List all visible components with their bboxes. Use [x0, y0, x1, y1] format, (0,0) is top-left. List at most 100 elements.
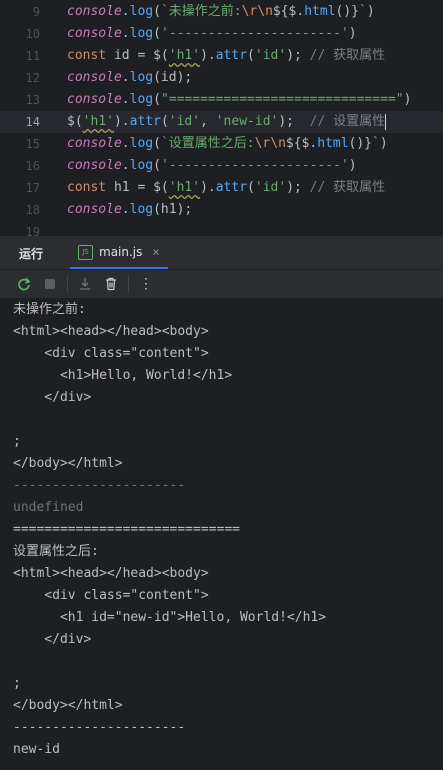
code-token: `	[359, 4, 367, 19]
console-line: </body></html>	[13, 698, 123, 713]
console-line: </div>	[13, 390, 92, 405]
code-token: );	[286, 48, 310, 63]
code-token: console	[67, 26, 122, 41]
line-number: 15	[25, 137, 40, 151]
code-line[interactable]: 17 const h1 = $('h1').attr('id'); // 获取属性	[0, 177, 443, 199]
code-line[interactable]: 11 const id = $('h1').attr('id'); // 获取属性	[0, 45, 443, 67]
code-token: .	[121, 136, 130, 151]
code-text: console.log('----------------------')	[67, 155, 357, 177]
run-toolbar: ⋮	[0, 270, 443, 298]
code-token: 'new-id'	[215, 114, 279, 129]
clear-icon[interactable]	[98, 271, 124, 297]
console-line: =============================	[13, 522, 240, 537]
code-text: const h1 = $('h1').attr('id'); // 获取属性	[67, 177, 385, 199]
code-token: .	[121, 202, 130, 217]
code-token: (	[153, 26, 161, 41]
code-text: $('h1').attr('id', 'new-id'); // 设置属性	[67, 111, 387, 133]
code-token: (	[153, 92, 161, 107]
console-line: <div class="content">	[13, 588, 209, 603]
code-token: 'id'	[254, 180, 287, 195]
code-token: `设置属性之后:	[160, 136, 255, 151]
code-token: id = $(	[113, 48, 169, 63]
code-token: '----------------------'	[160, 26, 349, 41]
code-token: console	[67, 4, 122, 19]
text-caret	[385, 113, 387, 130]
code-token: // 设置属性	[309, 114, 386, 129]
code-token: ${$.	[272, 4, 305, 19]
code-line[interactable]: 12 console.log(id);	[0, 67, 443, 89]
code-token: // 获取属性	[309, 180, 386, 195]
code-token: );	[286, 180, 310, 195]
code-token: .	[121, 92, 130, 107]
code-token: html	[304, 4, 336, 19]
close-icon[interactable]: ×	[152, 245, 159, 259]
code-token: log	[129, 70, 154, 85]
code-token: log	[129, 202, 154, 217]
code-token: ).	[113, 114, 130, 129]
line-number: 18	[25, 203, 40, 217]
line-number: 14	[25, 115, 40, 129]
console-line: undefined	[13, 500, 84, 515]
console-line: <html><head></head><body>	[13, 324, 209, 339]
code-token: console	[67, 136, 122, 151]
tab-main-js[interactable]: JS main.js ×	[70, 237, 168, 269]
code-line[interactable]: 14 $('h1').attr('id', 'new-id'); // 设置属性	[0, 111, 443, 133]
code-token: console	[67, 70, 122, 85]
code-token: html	[317, 136, 349, 151]
code-token: // 获取属性	[309, 48, 386, 63]
more-icon[interactable]: ⋮	[133, 271, 159, 297]
code-token: ()}	[335, 4, 360, 19]
code-token: (	[247, 180, 255, 195]
code-token: const	[67, 48, 114, 63]
code-token: '----------------------'	[160, 158, 349, 173]
stop-icon[interactable]	[37, 271, 63, 297]
console-line: <h1 id="new-id">Hello, World!</h1>	[13, 610, 327, 625]
code-token: console	[67, 202, 122, 217]
code-token: console	[67, 92, 122, 107]
toolbar-separator	[128, 276, 129, 292]
code-token: \r\n	[241, 4, 273, 19]
code-line[interactable]: 13 console.log("=========================…	[0, 89, 443, 111]
code-token: ${$.	[285, 136, 318, 151]
code-line[interactable]: 15 console.log(`设置属性之后:\r\n${$.html()}`)	[0, 133, 443, 155]
scroll-to-end-icon[interactable]	[72, 271, 98, 297]
toolbar-separator	[67, 276, 68, 292]
code-token: 'id'	[254, 48, 287, 63]
code-editor[interactable]: 9 console.log(`未操作之前:\r\n${$.html()}`) 10 c…	[0, 0, 443, 239]
code-token: (	[153, 158, 161, 173]
code-token: log	[129, 92, 154, 107]
code-token: .	[121, 70, 130, 85]
code-token: (	[160, 114, 169, 129]
line-number: 9	[32, 5, 40, 19]
code-text: console.log(`未操作之前:\r\n${$.html()}`)	[67, 1, 375, 23]
console-output[interactable]: 未操作之前: <html><head></head><body> <div cla…	[0, 299, 443, 770]
code-line[interactable]: 9 console.log(`未操作之前:\r\n${$.html()}`)	[0, 1, 443, 23]
javascript-file-icon: JS	[78, 244, 93, 260]
code-text: console.log(id);	[67, 67, 192, 89]
code-token: )	[348, 158, 357, 173]
code-token: );	[278, 114, 310, 129]
line-number: 17	[25, 181, 40, 195]
code-token: 'id'	[168, 114, 201, 129]
code-token: )	[366, 4, 375, 19]
console-line: 未操作之前:	[13, 302, 86, 317]
code-line[interactable]: 16 console.log('----------------------')	[0, 155, 443, 177]
code-token: log	[129, 26, 154, 41]
code-token: log	[129, 158, 154, 173]
code-line[interactable]: 10 console.log('----------------------')	[0, 23, 443, 45]
console-line: </div>	[13, 632, 92, 647]
code-text: console.log('----------------------')	[67, 23, 357, 45]
code-text: console.log(`设置属性之后:\r\n${$.html()}`)	[67, 133, 388, 155]
code-token: attr	[129, 114, 161, 129]
code-token: (h1);	[153, 202, 193, 217]
code-token: \r\n	[254, 136, 286, 151]
code-token: ,	[200, 114, 216, 129]
rerun-icon[interactable]	[11, 271, 37, 297]
run-tool-window-header: 运行 JS main.js ×	[0, 237, 443, 270]
code-token: ).	[200, 180, 216, 195]
code-token: `未操作之前:	[160, 4, 242, 19]
line-number: 13	[25, 93, 40, 107]
run-tool-window-title: 运行	[19, 247, 44, 261]
code-line[interactable]: 18 console.log(h1);	[0, 199, 443, 221]
code-token: console	[67, 158, 122, 173]
